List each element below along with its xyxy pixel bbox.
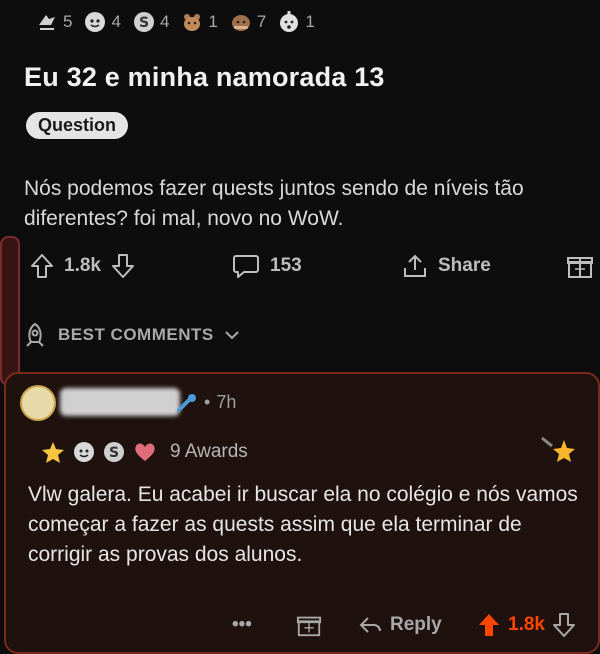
post-body: Nós podemos fazer quests juntos sendo de… [24,177,524,230]
award-count: 4 [111,12,121,31]
post-flair[interactable]: Question [26,112,129,139]
award-count: 4 [159,12,170,31]
comment-award-button[interactable] [296,608,322,642]
reply-button[interactable]: Reply [358,608,442,642]
award-wholesome[interactable]: 4 [84,11,121,33]
gift-icon [296,616,322,637]
post-title[interactable]: Eu 32 e minha namorada 13 [24,62,385,93]
comment-actions-bar: ••• Reply 1.8k [0,608,600,642]
separator-dot: • [204,392,211,412]
award-wow[interactable]: 1 [278,11,315,33]
wow-award-icon [280,11,299,32]
reply-arrow-icon [359,617,381,633]
hug-award-icon [231,15,250,31]
award-button[interactable] [566,246,594,286]
upvote-icon[interactable] [30,253,54,279]
comment-count: 153 [270,255,302,276]
upvote-filled-icon[interactable] [478,613,500,637]
share-label: Share [438,255,491,276]
comment-icon [233,255,259,278]
comment-sort-button[interactable]: BEST COMMENTS [22,322,240,348]
comment-time: 7h [216,392,237,412]
wholesome-award-icon [74,442,94,462]
award-bear[interactable]: 1 [181,11,218,33]
bear-award-icon [184,14,201,31]
award-hug[interactable]: 7 [230,11,266,33]
sort-label: BEST COMMENTS [58,325,214,344]
chevron-down-icon [225,331,239,340]
award-count: 5 [63,12,73,31]
helpful-award-icon [39,15,55,30]
comments-button[interactable]: 153 [232,246,302,286]
commenter-username-redacted[interactable] [60,388,180,416]
mod-badge-icon [177,393,196,412]
post-awards-row: 5 4 S 4 1 7 1 [36,8,321,36]
comment-meta: • 7h [176,392,236,413]
starstruck-award-icon [42,442,64,463]
awards-count-label: 9 Awards [170,441,248,462]
add-award-star-icon[interactable] [540,434,580,470]
vote-group: 1.8k [30,246,135,286]
share-icon [404,254,426,277]
more-options-icon: ••• [232,614,252,635]
downvote-icon[interactable] [552,613,575,637]
comment-vote-group: 1.8k [478,608,575,642]
more-options-button[interactable]: ••• [232,608,252,642]
award-helpful[interactable]: 5 [36,11,72,33]
post-actions-bar: 1.8k 153 Share [0,246,600,286]
post-vote-count: 1.8k [64,255,101,276]
heart-award-icon [135,443,155,461]
comment-vote-count: 1.8k [508,614,545,635]
reply-label: Reply [390,614,442,635]
silver-award-icon: S [133,12,154,32]
wholesome-award-icon [85,12,106,32]
award-count: 1 [305,12,315,31]
comment-body: Vlw galera. Eu acabei ir buscar ela no c… [28,483,578,566]
award-count: 7 [256,12,267,31]
commenter-avatar[interactable] [20,385,56,421]
comment-awards-row[interactable]: S 9 Awards [40,440,248,464]
share-button[interactable]: Share [402,246,491,286]
downvote-icon[interactable] [111,253,135,279]
award-silver[interactable]: S 4 [133,11,169,33]
svg-text:S: S [109,445,119,461]
award-count: 1 [208,12,218,31]
rocket-icon [26,322,44,347]
svg-text:S: S [139,15,149,31]
gift-icon [567,257,593,278]
silver-award-icon: S [104,442,124,462]
